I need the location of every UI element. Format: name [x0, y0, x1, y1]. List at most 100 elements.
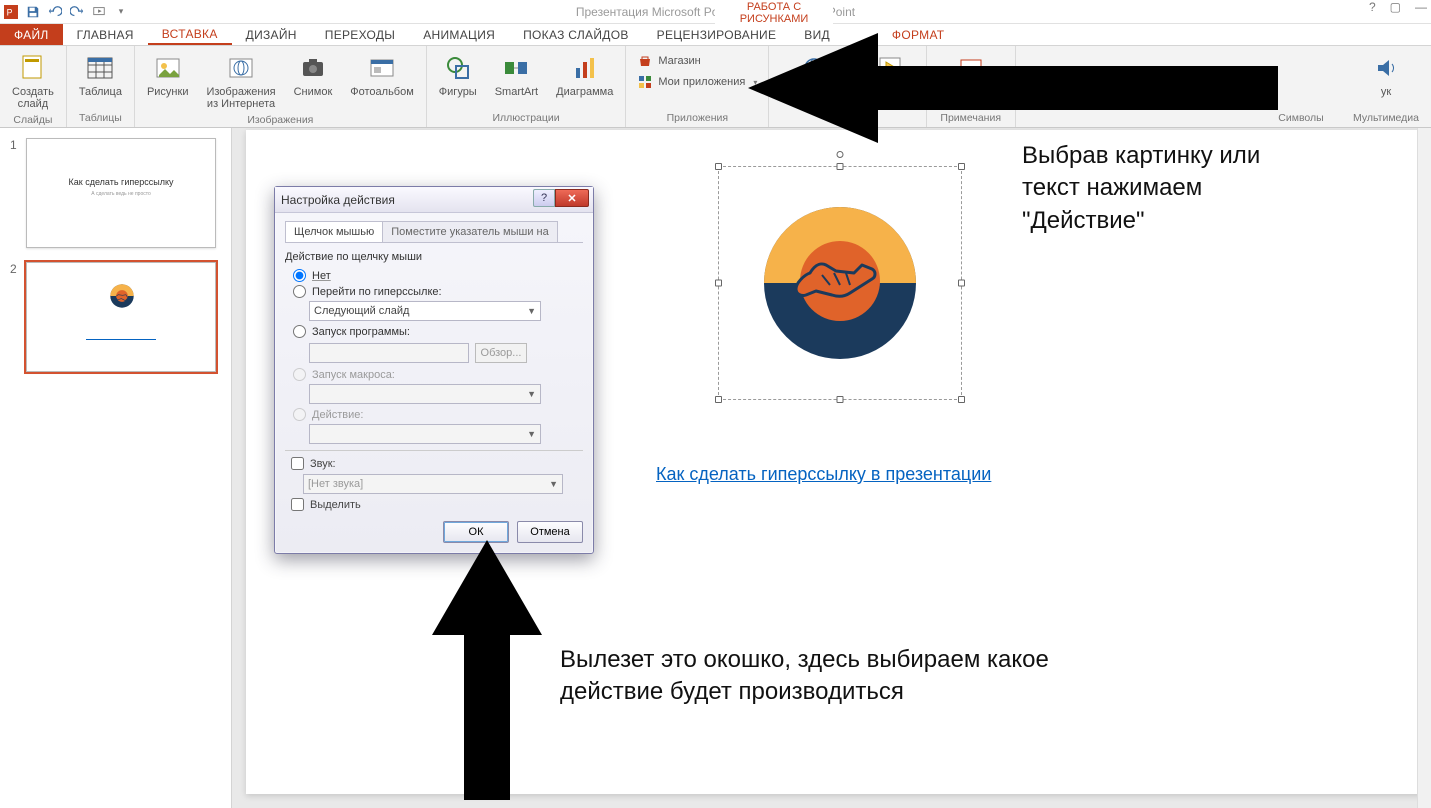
pictures-button[interactable]: Рисунки — [143, 50, 193, 100]
ribbon-display-icon[interactable]: ▢ — [1390, 0, 1401, 14]
dialog-tab-hover[interactable]: Поместите указатель мыши на — [382, 221, 558, 242]
hyperlink-button[interactable]: Гиперссылка — [777, 50, 851, 100]
group-tables-label: Таблицы — [79, 110, 122, 127]
checkbox-highlight[interactable]: Выделить — [291, 498, 583, 511]
hyperlink-combo[interactable]: Следующий слайд▼ — [309, 301, 541, 321]
rotate-handle[interactable] — [837, 151, 844, 158]
tab-slideshow[interactable]: ПОКАЗ СЛАЙДОВ — [509, 24, 643, 45]
table-icon — [84, 52, 116, 84]
group-symbols-label: Символы — [1278, 110, 1323, 127]
tab-design[interactable]: ДИЗАЙН — [232, 24, 311, 45]
pictures-icon — [152, 52, 184, 84]
resize-handle-s[interactable] — [837, 396, 844, 403]
contextual-tab-header: РАБОТА С РИСУНКАМИ — [715, 0, 833, 24]
radio-action-input — [293, 408, 306, 421]
tab-file[interactable]: ФАЙЛ — [0, 24, 63, 45]
resize-handle-nw[interactable] — [715, 163, 722, 170]
checkbox-highlight-input[interactable] — [291, 498, 304, 511]
browse-button: Обзор... — [475, 343, 527, 363]
resize-handle-ne[interactable] — [958, 163, 965, 170]
online-pictures-button[interactable]: Изображения из Интернета — [202, 50, 279, 112]
group-comments-label: Примечания — [940, 110, 1001, 127]
redo-icon[interactable] — [66, 1, 88, 23]
slide-thumb-1[interactable]: Как сделать гиперссылку А сделать ведь н… — [26, 138, 216, 248]
group-media-label: Мультимедиа — [1353, 110, 1419, 127]
selected-picture[interactable] — [718, 166, 962, 400]
my-apps-button[interactable]: Мои приложения▾ — [634, 73, 760, 91]
chevron-down-icon: ▼ — [549, 479, 558, 489]
hyperlink-icon — [798, 52, 830, 84]
action-button[interactable]: Действие — [862, 50, 918, 100]
ribbon-tab-strip: ФАЙЛ ГЛАВНАЯ ВСТАВКА ДИЗАЙН ПЕРЕХОДЫ АНИ… — [0, 24, 1431, 46]
photo-album-button[interactable]: Фотоальбом — [346, 50, 418, 100]
dialog-close-button[interactable]: ✕ — [555, 189, 589, 207]
comment-button[interactable]: Примечание — [935, 50, 1007, 100]
thumb2-image-icon — [109, 283, 135, 309]
sound-combo: [Нет звука]▼ — [303, 474, 563, 494]
table-button[interactable]: Таблица — [75, 50, 126, 100]
start-slideshow-icon[interactable] — [88, 1, 110, 23]
apps-icon — [637, 74, 653, 90]
smartart-icon — [500, 52, 532, 84]
store-button[interactable]: Магазин — [634, 52, 760, 70]
action-combo: ▼ — [309, 424, 541, 444]
undo-icon[interactable] — [44, 1, 66, 23]
thumb2-link-line — [27, 329, 215, 343]
save-icon[interactable] — [22, 1, 44, 23]
tab-home[interactable]: ГЛАВНАЯ — [63, 24, 148, 45]
tab-review[interactable]: РЕЦЕНЗИРОВАНИЕ — [643, 24, 791, 45]
chart-button[interactable]: Диаграмма — [552, 50, 617, 100]
help-icon[interactable]: ? — [1369, 0, 1376, 14]
group-apps-label: Приложения — [667, 110, 728, 127]
online-pictures-icon — [225, 52, 257, 84]
tab-animation[interactable]: АНИМАЦИЯ — [409, 24, 509, 45]
smartart-button[interactable]: SmartArt — [491, 50, 542, 100]
group-slides-label: Слайды — [13, 112, 52, 129]
macro-combo: ▼ — [309, 384, 541, 404]
resize-handle-se[interactable] — [958, 396, 965, 403]
resize-handle-w[interactable] — [715, 280, 722, 287]
audio-button[interactable]: ук — [1366, 50, 1406, 100]
checkbox-sound[interactable]: Звук: — [291, 457, 583, 470]
tab-insert[interactable]: ВСТАВКА — [148, 24, 232, 45]
annotation-text-bottom: Вылезет это окошко, здесь выбираем какое… — [560, 644, 1080, 709]
minimize-icon[interactable]: — — [1415, 0, 1427, 14]
resize-handle-sw[interactable] — [715, 396, 722, 403]
slide-thumbnails-panel[interactable]: 1 Как сделать гиперссылку А сделать ведь… — [0, 128, 232, 808]
chevron-down-icon: ▼ — [527, 389, 536, 399]
tab-format[interactable]: ФОРМАТ — [878, 24, 959, 45]
cancel-button[interactable]: Отмена — [517, 521, 583, 543]
slide-thumb-2[interactable] — [26, 262, 216, 372]
radio-hyperlink[interactable]: Перейти по гиперссылке: — [293, 285, 583, 298]
action-settings-dialog: Настройка действия ? ✕ Щелчок мышью Поме… — [274, 186, 594, 554]
app-icon[interactable]: P — [0, 1, 22, 23]
action-icon — [874, 52, 906, 84]
store-icon — [637, 53, 653, 69]
checkbox-sound-input[interactable] — [291, 457, 304, 470]
radio-run-program[interactable]: Запуск программы: — [293, 325, 583, 338]
customize-qat-icon[interactable]: ▾ — [110, 1, 132, 23]
thumb1-subtitle: А сделать ведь не просто — [27, 191, 215, 197]
radio-none-input[interactable] — [293, 269, 306, 282]
new-slide-button[interactable]: Создать слайд — [8, 50, 58, 112]
radio-none[interactable]: Нет — [293, 269, 583, 282]
radio-hyperlink-input[interactable] — [293, 285, 306, 298]
shapes-button[interactable]: Фигуры — [435, 50, 481, 100]
screenshot-icon — [297, 52, 329, 84]
radio-run-input[interactable] — [293, 325, 306, 338]
resize-handle-e[interactable] — [958, 280, 965, 287]
dialog-titlebar[interactable]: Настройка действия ? ✕ — [275, 187, 593, 213]
ok-button[interactable]: ОК — [443, 521, 509, 543]
chevron-down-icon: ▼ — [527, 306, 536, 316]
slide-hyperlink-text[interactable]: Как сделать гиперссылку в презентации — [656, 464, 991, 485]
annotation-text-top: Выбрав картинку или текст нажимаем "Дейс… — [1022, 140, 1322, 237]
vertical-scrollbar[interactable] — [1417, 128, 1431, 808]
dialog-tab-click[interactable]: Щелчок мышью — [285, 221, 383, 242]
tab-view[interactable]: ВИД — [790, 24, 844, 45]
radio-macro: Запуск макроса: — [293, 368, 583, 381]
screenshot-button[interactable]: Снимок — [290, 50, 337, 100]
dialog-help-button[interactable]: ? — [533, 189, 555, 207]
resize-handle-n[interactable] — [837, 163, 844, 170]
tab-transitions[interactable]: ПЕРЕХОДЫ — [311, 24, 409, 45]
thumb-number: 1 — [10, 138, 20, 248]
